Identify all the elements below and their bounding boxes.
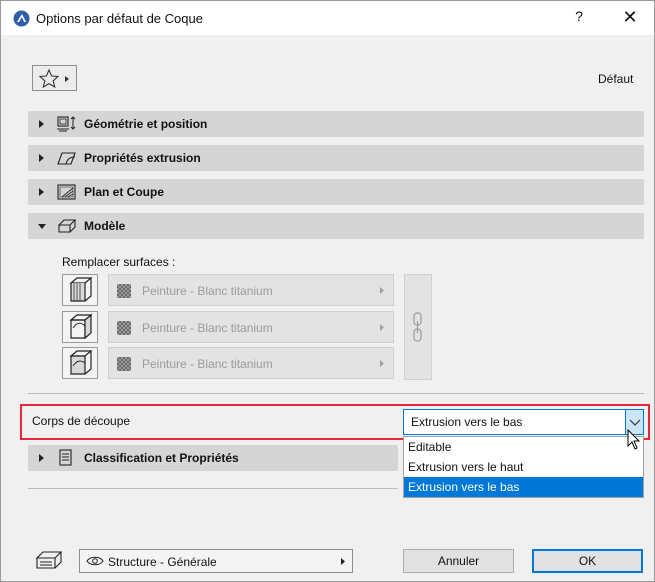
mouse-cursor-icon [627,429,641,450]
dialog-window: Options par défaut de Coque ? ✕ Défaut G… [0,0,655,582]
surface-material-name: Peinture - Blanc titanium [142,284,273,298]
surface-top-button[interactable] [62,274,98,306]
chain-link-icon [413,312,422,342]
cutting-body-label: Corps de découpe [32,414,131,428]
archicad-app-icon [13,10,30,27]
favorites-button[interactable] [32,65,77,91]
option-extrusion-up[interactable]: Extrusion vers le haut [404,457,643,477]
option-editable[interactable]: Editable [404,437,643,457]
ok-button[interactable]: OK [532,549,643,573]
layer-name: Structure - Générale [108,555,217,569]
surface-side-icon [69,313,93,340]
star-icon [38,68,69,89]
help-button[interactable]: ? [567,8,591,28]
close-button[interactable]: ✕ [615,6,645,30]
panel-label: Géométrie et position [84,117,208,131]
panel-model[interactable]: Modèle [28,213,644,239]
collapse-arrow-icon [38,224,46,229]
title-bar: Options par défaut de Coque ? ✕ [1,1,654,35]
cancel-button[interactable]: Annuler [403,549,514,573]
expand-arrow-icon [39,154,44,162]
floorplan-icon [57,184,76,200]
option-extrusion-down[interactable]: Extrusion vers le bas [404,477,643,497]
default-label: Défaut [598,72,634,86]
layer-icon [35,551,63,569]
surface-material-name: Peinture - Blanc titanium [142,357,273,371]
surface-edge-icon [69,350,93,375]
submenu-arrow-icon [380,324,384,331]
panel-geometry-position[interactable]: Géométrie et position [28,111,644,137]
surface-material-name: Peinture - Blanc titanium [142,321,273,335]
cutting-body-select[interactable]: Extrusion vers le bas [403,409,644,435]
eye-icon [86,556,104,566]
panel-label: Modèle [84,219,126,233]
panel-label: Plan et Coupe [84,185,165,199]
material-swatch-icon [117,284,131,298]
material-swatch-icon [117,321,131,335]
surface-material-select[interactable]: Peinture - Blanc titanium [108,347,394,379]
link-surfaces-button[interactable] [404,274,432,380]
expand-arrow-icon [39,188,44,196]
window-title: Options par défaut de Coque [36,11,203,26]
surface-material-select[interactable]: Peinture - Blanc titanium [108,311,394,343]
override-surfaces-label: Remplacer surfaces : [62,255,176,269]
panel-label: Classification et Propriétés [84,451,239,465]
geometry-icon [57,116,76,132]
surface-material-select[interactable]: Peinture - Blanc titanium [108,274,394,306]
model-icon [57,219,77,233]
surface-edge-button[interactable] [62,347,98,379]
submenu-arrow-icon [341,558,345,565]
selected-value: Extrusion vers le bas [411,415,523,429]
material-swatch-icon [117,357,131,371]
submenu-arrow-icon [380,287,384,294]
submenu-arrow-icon [380,360,384,367]
separator [28,488,398,489]
classification-icon [59,449,72,466]
panel-label: Propriétés extrusion [84,151,201,165]
panel-floorplan-section[interactable]: Plan et Coupe [28,179,644,205]
expand-arrow-icon [39,120,44,128]
extrusion-icon [57,152,76,165]
surface-top-icon [69,277,93,302]
expand-arrow-icon [39,454,44,462]
surface-side-button[interactable] [62,311,98,343]
panel-classification-properties[interactable]: Classification et Propriétés [28,445,398,471]
layer-select-button[interactable]: Structure - Générale [79,549,353,573]
separator [28,393,644,394]
panel-extrusion-properties[interactable]: Propriétés extrusion [28,145,644,171]
cutting-body-options: Editable Extrusion vers le haut Extrusio… [403,436,644,498]
